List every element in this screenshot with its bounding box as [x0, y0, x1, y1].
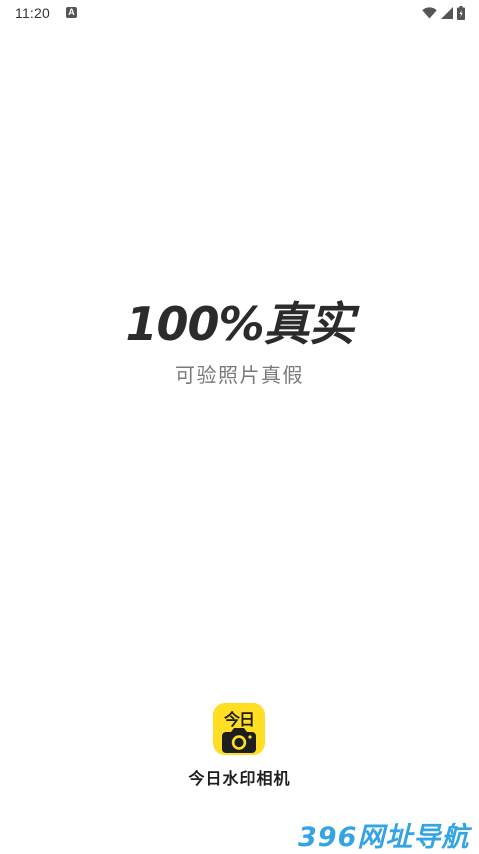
- signal-icon: [441, 7, 453, 19]
- status-time: 11:20: [15, 5, 50, 21]
- wifi-icon: [422, 7, 437, 19]
- logo-text: 今日: [223, 710, 255, 729]
- camera-icon: [222, 728, 256, 753]
- battery-icon: [457, 6, 465, 20]
- status-icons: [422, 5, 465, 21]
- app-logo: 今日: [213, 703, 265, 755]
- a-icon: A: [66, 7, 77, 18]
- status-bar: 11:20 A: [0, 0, 479, 28]
- splash-headline: 100%真实: [125, 297, 354, 351]
- watermark-text: 396网址导航: [298, 822, 470, 853]
- app-name: 今日水印相机: [188, 769, 291, 788]
- splash-subline: 可验照片真假: [175, 363, 304, 387]
